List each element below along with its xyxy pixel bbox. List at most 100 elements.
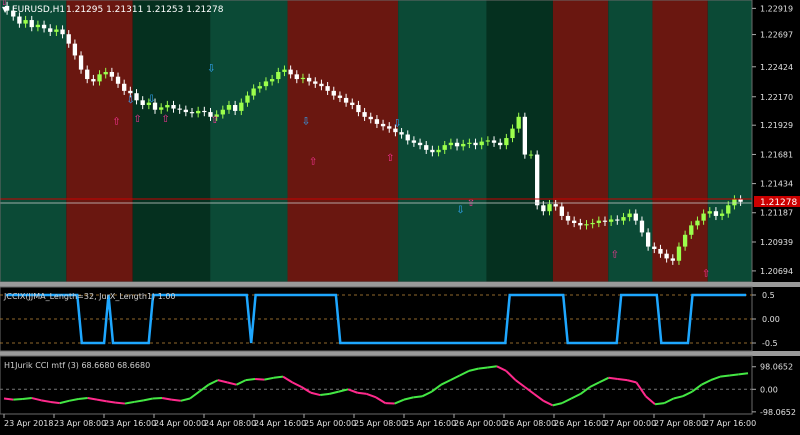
panel-separator[interactable]	[0, 282, 800, 287]
candle-body	[165, 105, 169, 107]
candle-body	[128, 91, 132, 93]
candle-body	[590, 223, 594, 224]
candle-body	[270, 79, 274, 81]
candle-body	[541, 205, 545, 211]
panel-separator[interactable]	[0, 351, 800, 356]
jccix-indicator-panel[interactable]: JCCIX(JJMA_Length=32, JurX_Length1) 1.00…	[0, 287, 780, 351]
main-price-panel[interactable]: ⇧⇧⇧⇧⇧⇧⇧⇧⇧⇧⇩⇩⇩⇩⇩⇩ 1.229191.226971.224241.…	[0, 0, 800, 282]
cci-segment	[655, 403, 664, 404]
candle-body	[461, 144, 465, 146]
candle-body	[658, 249, 662, 254]
x-tick-label: 24 Apr 16:00	[254, 419, 306, 428]
candle-body	[683, 235, 687, 247]
y-tick-label: 0.00	[760, 385, 778, 394]
candle-body	[196, 111, 200, 113]
symbol-label: EURUSD,H1	[12, 5, 65, 15]
candle-body	[572, 221, 576, 223]
y-tick-label: 1.21681	[760, 150, 793, 159]
y-tick-label: 0.5	[762, 291, 775, 300]
cci-segment	[478, 367, 487, 368]
candle-body	[104, 72, 108, 74]
candle-body	[449, 143, 453, 145]
ohlc-label: 1.21295 1.21311 1.21253 1.21278	[66, 5, 224, 15]
candle-body	[615, 219, 619, 220]
candle-body	[301, 78, 305, 79]
trend-zone	[487, 0, 553, 282]
candle-body	[621, 217, 625, 221]
candle-body	[73, 44, 77, 56]
candle-body	[251, 88, 255, 95]
candle-body	[492, 140, 496, 142]
y-tick-label: 1.22919	[760, 4, 793, 13]
candle-body	[424, 145, 428, 150]
cci-segment	[729, 374, 738, 375]
cci-segment	[739, 373, 748, 374]
candle-body	[362, 112, 366, 117]
y-tick-label: 1.22697	[760, 31, 793, 40]
candle-body	[202, 111, 206, 112]
candle-body	[640, 221, 644, 233]
candle-body	[350, 103, 354, 105]
cci-indicator-panel[interactable]: H1Jurik CCI mtf (3) 68.6680 68.6680 98.0…	[0, 356, 796, 417]
cci-segment	[413, 396, 422, 397]
candle-body	[406, 135, 410, 141]
buy-arrow-icon: ⇧	[112, 116, 120, 127]
candle-body	[375, 119, 379, 124]
candle-body	[23, 20, 27, 24]
y-tick-label: 1.21929	[760, 121, 793, 130]
x-tick-label: 26 Apr 08:00	[504, 419, 556, 428]
buy-arrow-icon: ⇧	[386, 153, 394, 164]
y-tick-label: -0.5	[762, 339, 778, 348]
candle-body	[184, 110, 188, 112]
candle-body	[110, 72, 114, 77]
candle-body	[584, 224, 588, 225]
x-tick-label: 27 Apr 00:00	[604, 419, 656, 428]
chart-window: ⇧⇧⇧⇧⇧⇧⇧⇧⇧⇧⇩⇩⇩⇩⇩⇩ 1.229191.226971.224241.…	[0, 0, 800, 431]
candle-body	[480, 142, 484, 146]
trend-zone	[652, 0, 707, 282]
cci-segment	[171, 400, 180, 401]
sell-arrow-icon: ⇩	[207, 63, 215, 74]
buy-arrow-icon: ⇧	[611, 250, 619, 261]
candle-body	[498, 143, 502, 145]
candle-body	[141, 100, 145, 105]
current-price-tag-text: 1.21278	[760, 198, 797, 208]
candle-body	[473, 143, 477, 145]
cci-segment	[274, 377, 283, 378]
x-tick-label: 23 Apr 16:00	[104, 419, 156, 428]
candle-body	[609, 219, 613, 221]
candle-body	[412, 140, 416, 142]
candle-body	[504, 138, 508, 145]
cci-segment	[51, 402, 60, 403]
jccix-label: JCCIX(JJMA_Length=32, JurX_Length1) 1.00	[3, 292, 176, 301]
candle-body	[627, 214, 631, 218]
y-tick-label: 1.22170	[760, 93, 793, 102]
candle-body	[288, 70, 292, 75]
x-tick-label: 25 Apr 16:00	[404, 419, 456, 428]
y-tick-label: 0.00	[762, 315, 780, 324]
x-tick-label: 23 Apr 08:00	[54, 419, 106, 428]
y-tick-label: 1.20694	[760, 267, 793, 276]
buy-arrow-icon: ⇧	[702, 269, 710, 280]
candle-body	[510, 129, 514, 138]
candle-body	[30, 20, 34, 27]
y-tick-label: -98.0652	[760, 408, 796, 417]
candle-body	[91, 79, 95, 81]
candle-body	[701, 214, 705, 221]
candle-body	[313, 81, 317, 83]
cci-segment	[320, 394, 329, 395]
candle-body	[258, 86, 262, 88]
candle-body	[578, 223, 582, 225]
candle-body	[486, 140, 490, 141]
x-tick-label: 25 Apr 08:00	[354, 419, 406, 428]
collapse-icon[interactable]: ▼	[2, 5, 9, 14]
candle-body	[436, 150, 440, 152]
y-tick-label: 1.21187	[760, 209, 793, 218]
candle-body	[603, 221, 607, 222]
cci-segment	[609, 378, 618, 379]
cci-segment	[13, 399, 22, 400]
candle-body	[190, 112, 194, 113]
candle-body	[338, 96, 342, 98]
cci-segment	[246, 379, 255, 380]
candle-body	[695, 221, 699, 226]
